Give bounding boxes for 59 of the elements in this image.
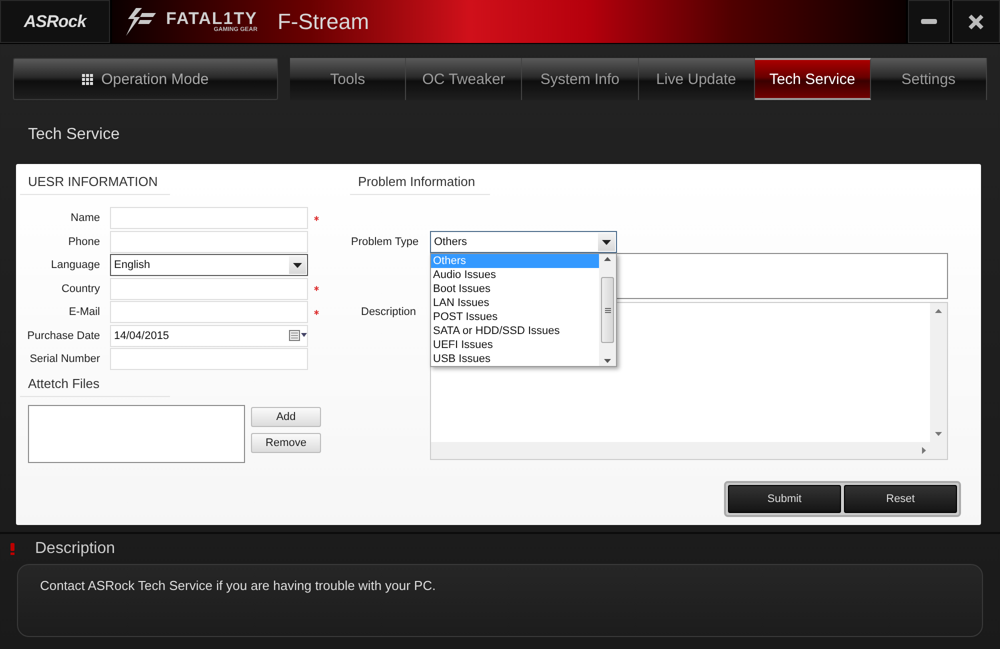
app-title: F-Stream xyxy=(277,8,370,34)
dropdown-option[interactable]: SATA or HDD/SSD Issues xyxy=(431,324,599,338)
nav-tab[interactable]: System Info xyxy=(522,58,639,100)
problem-type-select[interactable]: Others xyxy=(430,231,617,253)
nav-tab[interactable]: OC Tweaker xyxy=(406,58,522,100)
nav-tab[interactable]: Tools xyxy=(290,58,406,100)
minimize-button[interactable] xyxy=(908,0,950,43)
scroll-up-icon xyxy=(604,257,611,261)
close-icon xyxy=(968,14,984,30)
field-label: Description xyxy=(360,305,418,318)
field-label: Purchase Date xyxy=(26,330,101,342)
date-field[interactable]: 14/04/2015 xyxy=(110,324,308,346)
file-list[interactable] xyxy=(28,405,245,463)
calendar-icon xyxy=(289,330,307,341)
section-heading: Problem Information xyxy=(350,172,490,195)
alert-icon xyxy=(10,543,15,555)
action-button[interactable]: Reset xyxy=(844,485,957,513)
nav-tab[interactable]: Settings xyxy=(870,58,988,100)
grip-icon xyxy=(604,308,610,312)
field-label: Name xyxy=(70,212,101,224)
description-text: Contact ASRock Tech Service if you are having trouble with your PC. xyxy=(40,578,436,593)
description-heading: Description xyxy=(35,540,116,558)
scroll-right-icon xyxy=(922,447,926,454)
field-label: Country xyxy=(60,282,101,294)
operation-mode-button[interactable]: Operation Mode xyxy=(13,58,278,100)
scrollbar[interactable] xyxy=(431,442,930,459)
section-heading: Attetch Files xyxy=(20,374,170,397)
section-heading: UESR INFORMATION xyxy=(20,172,170,195)
nav-tab[interactable]: Tech Service xyxy=(754,58,871,100)
field-label: Phone xyxy=(67,236,101,248)
language-select[interactable]: English xyxy=(110,254,308,276)
scroll-down-icon xyxy=(604,359,611,363)
action-button[interactable]: Submit xyxy=(728,485,841,513)
nav-tab[interactable]: Live Update xyxy=(638,58,755,100)
dropdown-option[interactable]: USB Issues xyxy=(431,352,599,366)
scroll-thumb[interactable] xyxy=(601,277,614,343)
field-label: Language xyxy=(50,259,101,271)
dropdown-option[interactable]: Boot Issues xyxy=(431,282,599,296)
minimize-icon xyxy=(921,19,937,24)
field-label: Serial Number xyxy=(28,353,101,365)
caret-icon xyxy=(293,262,302,268)
file-button[interactable]: Add xyxy=(251,407,321,427)
close-button[interactable] xyxy=(952,0,1000,43)
caret-icon xyxy=(602,240,611,244)
dropdown-option[interactable]: POST Issues xyxy=(431,310,599,324)
grid-icon xyxy=(82,74,94,84)
dropdown-option[interactable]: Audio Issues xyxy=(431,268,599,282)
dropdown-option[interactable]: UEFI Issues xyxy=(431,338,599,352)
scrollbar[interactable] xyxy=(930,303,947,442)
brand-name: FATAL1TY xyxy=(166,10,258,27)
field-label: E-Mail xyxy=(68,306,101,318)
field-label: Problem Type xyxy=(350,236,420,248)
logo: ASRock xyxy=(0,0,110,43)
scroll-up-icon xyxy=(935,309,942,313)
scroll-down-icon xyxy=(935,432,942,436)
scrollbar[interactable] xyxy=(599,254,616,366)
page-title: Tech Service xyxy=(28,126,120,143)
dropdown-option[interactable]: LAN Issues xyxy=(431,296,599,310)
file-button[interactable]: Remove xyxy=(251,433,321,453)
